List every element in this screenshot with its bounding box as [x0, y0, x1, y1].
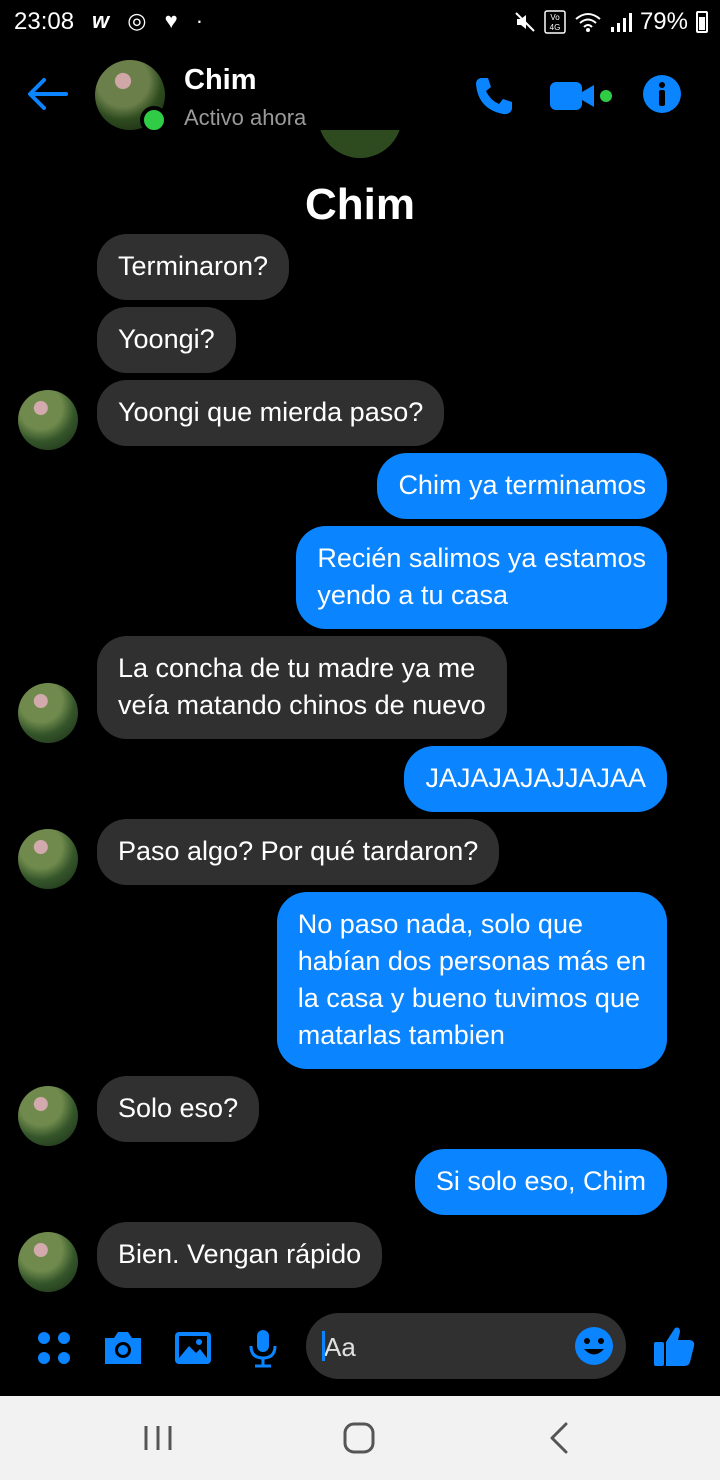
message-line: La concha de tu madre ya me	[118, 653, 476, 683]
volte-4g-icon: Vo 4G	[544, 10, 566, 34]
status-bar: 23:08 w ◎ ♥ · Vo 4G 79%	[0, 0, 720, 44]
chat-title: Chim	[305, 180, 415, 229]
heart-icon: ♥	[164, 8, 184, 33]
android-nav-bar	[0, 1396, 720, 1480]
message-line: veía matando chinos de nuevo	[118, 690, 486, 720]
message-line: No paso nada, solo que	[297, 909, 583, 939]
message-bubble-outgoing[interactable]: JAJAJAJAJJAJAA	[404, 746, 667, 812]
text-cursor	[322, 1331, 325, 1361]
notification-icons: w ◎ ♥ ·	[92, 8, 209, 34]
back-icon[interactable]	[538, 1418, 582, 1458]
thumbs-up-icon[interactable]	[650, 1322, 698, 1370]
message-input-container[interactable]	[306, 1313, 626, 1381]
message-bubble-outgoing[interactable]: Si solo eso, Chim	[414, 1149, 667, 1215]
back-arrow-icon[interactable]	[26, 76, 70, 112]
online-indicator	[140, 106, 168, 134]
message-line: yendo a tu casa	[317, 580, 508, 610]
menu-dots-icon[interactable]	[32, 1326, 76, 1370]
battery-icon	[696, 11, 708, 33]
status-right: Vo 4G 79%	[514, 8, 708, 36]
dot-icon: ·	[195, 8, 210, 33]
message-line: matarlas tambien	[297, 1020, 505, 1050]
message-composer	[0, 1300, 720, 1396]
contact-avatar-small[interactable]	[18, 683, 78, 743]
message-bubble-outgoing[interactable]: No paso nada, solo que habían dos person…	[276, 892, 667, 1069]
message-input[interactable]	[322, 1313, 566, 1381]
home-icon[interactable]	[337, 1418, 381, 1458]
signal-icon	[610, 13, 632, 32]
chat-header: Chim Activo ahora	[0, 44, 720, 144]
battery-percent: 79%	[639, 8, 688, 35]
gallery-icon[interactable]	[171, 1326, 215, 1370]
message-bubble-outgoing[interactable]: Chim ya terminamos	[377, 453, 667, 519]
wifi-icon	[575, 13, 601, 32]
w-icon: w	[92, 8, 116, 33]
contact-avatar-small[interactable]	[18, 1232, 78, 1292]
message-bubble-incoming[interactable]: Solo eso?	[97, 1076, 260, 1142]
message-bubble-outgoing[interactable]: Recién salimos ya estamos yendo a tu cas…	[296, 526, 667, 629]
message-bubble-incoming[interactable]: Bien. Vengan rápido	[97, 1222, 383, 1288]
message-line: Recién salimos ya estamos	[317, 543, 646, 573]
status-time: 23:08	[14, 8, 75, 35]
microphone-icon[interactable]	[241, 1326, 285, 1370]
svg-text:4G: 4G	[550, 23, 561, 32]
contact-status: Activo ahora	[184, 105, 307, 130]
contact-name[interactable]: Chim	[184, 64, 257, 97]
message-line: habían dos personas más en	[297, 946, 646, 976]
contact-avatar-small[interactable]	[18, 1086, 78, 1146]
recent-apps-icon[interactable]	[136, 1418, 180, 1458]
message-bubble-incoming[interactable]: Yoongi que mierda paso?	[97, 380, 445, 446]
video-camera-icon[interactable]	[548, 78, 616, 114]
instagram-icon: ◎	[127, 8, 153, 33]
camera-icon[interactable]	[101, 1326, 145, 1370]
message-bubble-incoming[interactable]: Yoongi?	[97, 307, 236, 373]
profile-picture-edge	[318, 130, 402, 158]
phone-icon[interactable]	[472, 74, 516, 118]
contact-avatar-small[interactable]	[18, 390, 78, 450]
message-bubble-incoming[interactable]: Paso algo? Por qué tardaron?	[97, 819, 500, 885]
mute-icon	[515, 12, 535, 32]
message-bubble-incoming[interactable]: La concha de tu madre ya me veía matando…	[97, 636, 507, 739]
message-line: la casa y bueno tuvimos que	[297, 983, 640, 1013]
contact-avatar-small[interactable]	[18, 829, 78, 889]
message-bubble-incoming[interactable]: Terminaron?	[97, 234, 290, 300]
svg-text:Vo: Vo	[550, 13, 560, 22]
emoji-icon[interactable]	[572, 1324, 616, 1368]
info-icon[interactable]	[642, 74, 682, 114]
